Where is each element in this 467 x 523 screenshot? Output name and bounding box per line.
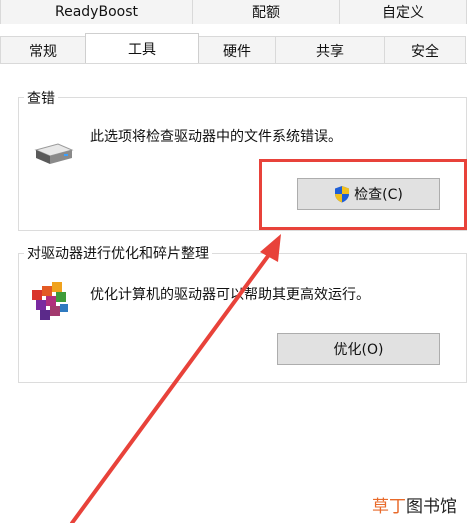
watermark-part1: 草丁 — [372, 497, 406, 517]
watermark: 草丁图书馆 — [372, 492, 457, 517]
watermark-part2: 图书馆 — [406, 497, 457, 517]
tab-tools[interactable]: 工具 — [85, 33, 199, 63]
annotation-arrow — [70, 234, 281, 523]
